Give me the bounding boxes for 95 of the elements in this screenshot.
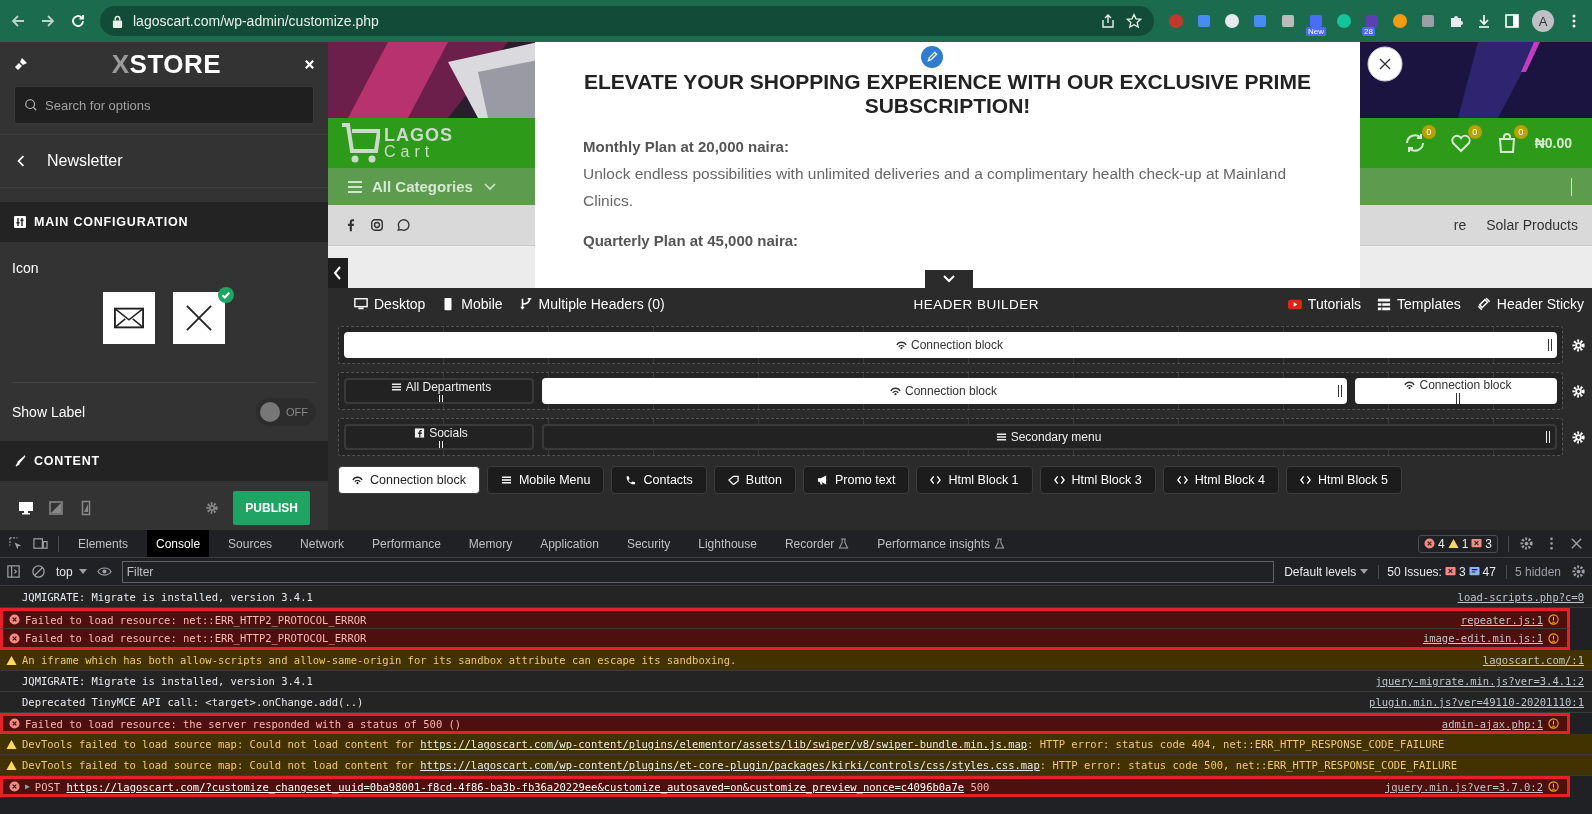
section-header[interactable]: MAIN CONFIGURATION [0, 202, 328, 242]
header-block[interactable]: Connection block [1355, 378, 1557, 404]
devtools-tab[interactable]: Elements [69, 530, 138, 557]
extension-badge: New [1306, 27, 1326, 36]
popup-title: ELEVATE YOUR SHOPPING EXPERIENCE WITH OUR EXCLUSIVE PRIME SUBSCRIPTION! [583, 70, 1312, 119]
message-counts[interactable]: 4 1 3 [1417, 534, 1498, 553]
filter-field[interactable]: Filter [121, 560, 1275, 583]
source-link[interactable]: jquery-migrate.min.js?ver=3.4.1:2 [1375, 675, 1584, 687]
mode-link[interactable]: Mobile [441, 296, 503, 312]
element-chip[interactable]: Mobile Menu [486, 466, 605, 494]
search-field[interactable]: Search for options [14, 86, 314, 124]
plan-heading: Quarterly Plan at 45,000 naira: [583, 231, 800, 249]
levels-dropdown[interactable]: Default levels [1284, 564, 1369, 579]
url-link[interactable]: https://lagoscart.com/wp-content/plugins/et-core-plugin/packages/kirki/controls/css/styles.css.map [420, 759, 1040, 771]
element-chip[interactable]: Promo text [802, 466, 910, 494]
devtools-tab[interactable]: Recorder [775, 530, 859, 557]
message-text: Deprecated TinyMCE API call: <target>.onChange.add(..) [22, 696, 364, 708]
mode-link[interactable]: Multiple Headers (0) [518, 296, 665, 312]
message-text: JQMIGRATE: Migrate is installed, version 3.4.1 [22, 591, 313, 603]
source-link[interactable]: repeater.js:1 [1460, 613, 1543, 626]
message-text: Failed to load resource: net::ERR_HTTP2_PROTOCOL_ERROR [25, 613, 367, 626]
logo-mark: X [111, 48, 130, 79]
count-badge: 0 [1467, 125, 1482, 139]
context-dropdown[interactable]: top [56, 564, 87, 579]
message-text: An iframe which has both allow-scripts and allow-same-origin for its sandbox attribute can escape its sandboxing. [22, 654, 737, 666]
field-label: Icon [12, 260, 40, 276]
issue-count: 3 [1485, 536, 1492, 551]
devtools-tab[interactable]: Network [291, 530, 354, 557]
devtools-tab[interactable]: Lighthouse [689, 530, 766, 557]
message-text: JQMIGRATE: Migrate is installed, version 3.4.1 [22, 675, 313, 687]
url-link[interactable]: https://lagoscart.com/?customize_changeset_uuid=0ba98001-f8cd-4f86-ba3b-fb36a20229ee&customize_autosaved=on&customize_preview_nonce=c4096b0a7e [66, 780, 965, 793]
plan-description: Unlock endless possibilities with unlimited deliveries and a complimentary health check-up at Mainland Clinics. [583, 164, 1288, 211]
message-text: DevTools failed to load source map: Could not load content for https://lagoscart.com/wp-content/plugins/elementor/assets/lib/swiper/v8/swiper-bundle.min.js.map: HTTP error: status code 404, net::ERR_HTTP_RESPONSE_CODE_FAILURE [22, 738, 1445, 750]
message-text: Failed to load resource: net::ERR_HTTP2_PROTOCOL_ERROR [25, 632, 367, 644]
element-chip[interactable]: Html Block 1 [916, 466, 1033, 494]
toggle-switch[interactable]: OFF [256, 398, 316, 426]
devtools-tab[interactable]: Performance insights [868, 530, 1015, 557]
count-badge: 0 [1421, 125, 1436, 139]
devtools-tab[interactable]: Application [531, 530, 608, 557]
mode-link[interactable]: Desktop [354, 296, 426, 312]
element-chip[interactable]: Contacts [611, 466, 707, 494]
error-count: 4 [1437, 536, 1445, 551]
message-text: DevTools failed to load source map: Could not load content for https://lagoscart.com/wp-content/plugins/et-core-plugin/packages/kirki/controls/css/styles.css.map: HTTP error: status code 500, net::ERR_HTTP_RESPONSE_CODE_FAILURE [22, 759, 1457, 771]
message-text: POST https://lagoscart.com/?customize_changeset_uuid=0ba98001-f8cd-4f86-ba3b-fb36a20229ee&customize_autosaved=on&customize_preview_nonce=c4096b0a7e 500 [34, 780, 990, 793]
element-chip[interactable]: Html Block 5 [1285, 466, 1403, 494]
logo-text: LAGOS [384, 126, 453, 144]
builder-title: HEADER BUILDER [913, 296, 1040, 312]
section-header[interactable]: CONTENT [0, 441, 328, 481]
devtools-tab[interactable]: Console [147, 530, 210, 557]
element-chip[interactable]: Html Block 3 [1039, 466, 1156, 494]
devtools-tab[interactable]: Memory [459, 530, 522, 557]
toolbar-link[interactable]: Header Sticky [1476, 296, 1584, 312]
header-block[interactable]: Socials [344, 424, 534, 450]
warning-count: 1 [1461, 536, 1469, 551]
panel-title: Newsletter [47, 152, 123, 170]
count-badge: 0 [1513, 125, 1528, 139]
source-link[interactable]: load-scripts.php?c=0 [1457, 591, 1584, 603]
toolbar-link[interactable]: Templates [1377, 296, 1461, 312]
extension-badge: 28 [1362, 27, 1375, 36]
info-count: 47 [1482, 564, 1496, 579]
logo-text: STORE [129, 48, 222, 79]
section-title: CONTENT [34, 454, 100, 468]
toolbar-link[interactable]: Tutorials [1287, 296, 1362, 312]
element-chip[interactable]: Button [713, 466, 796, 494]
issues-button[interactable]: 50 Issues: 3 47 [1378, 564, 1496, 579]
issue-count: 3 [1458, 564, 1466, 579]
source-link[interactable]: jquery.min.js?ver=3.7.0:2 [1384, 780, 1543, 793]
expand-arrow[interactable]: ▶ [25, 782, 30, 791]
element-chip[interactable]: Html Block 4 [1162, 466, 1279, 494]
header-block[interactable]: All Departments [344, 378, 534, 404]
source-link[interactable]: admin-ajax.php:1 [1441, 717, 1543, 730]
message-text: Failed to load resource: the server responded with a status of 500 () [25, 717, 462, 730]
header-block[interactable]: Connection block [542, 378, 1347, 404]
nav-link[interactable]: re [1453, 217, 1467, 233]
address-bar[interactable]: lagoscart.com/wp-admin/customize.php [100, 6, 1154, 36]
profile-avatar[interactable]: A [1532, 10, 1554, 32]
source-link[interactable]: plugin.min.js?ver=49110-20201110:1 [1369, 696, 1584, 708]
url-link[interactable]: https://lagoscart.com/wp-content/plugins/elementor/assets/lib/swiper/v8/swiper-bundle.min.js.map [420, 738, 1028, 750]
header-block[interactable]: Connection block [344, 332, 1557, 358]
plan-heading: Monthly Plan at 20,000 naira: [583, 138, 790, 156]
nav-link[interactable]: Solar Products [1486, 217, 1578, 233]
devtools-tab[interactable]: Sources [219, 530, 282, 557]
devtools-tab[interactable]: Performance [363, 530, 450, 557]
element-chip[interactable]: Connection block [338, 466, 480, 494]
header-block[interactable]: Secondary menu [542, 424, 1557, 450]
url-text: lagoscart.com/wp-admin/customize.php [133, 13, 379, 29]
devtools-tab[interactable]: Security [617, 530, 680, 557]
cart-total: ₦0.00 [1534, 135, 1572, 151]
hidden-count: 5 hidden [1505, 564, 1561, 579]
issues-label: 50 Issues: [1387, 564, 1442, 579]
section-title: MAIN CONFIGURATION [34, 215, 189, 229]
source-link[interactable]: lagoscart.com/:1 [1482, 654, 1584, 666]
logo-text: Cart [384, 144, 436, 160]
source-link[interactable]: image-edit.min.js:1 [1422, 632, 1543, 644]
field-label: Show Label [12, 404, 86, 420]
